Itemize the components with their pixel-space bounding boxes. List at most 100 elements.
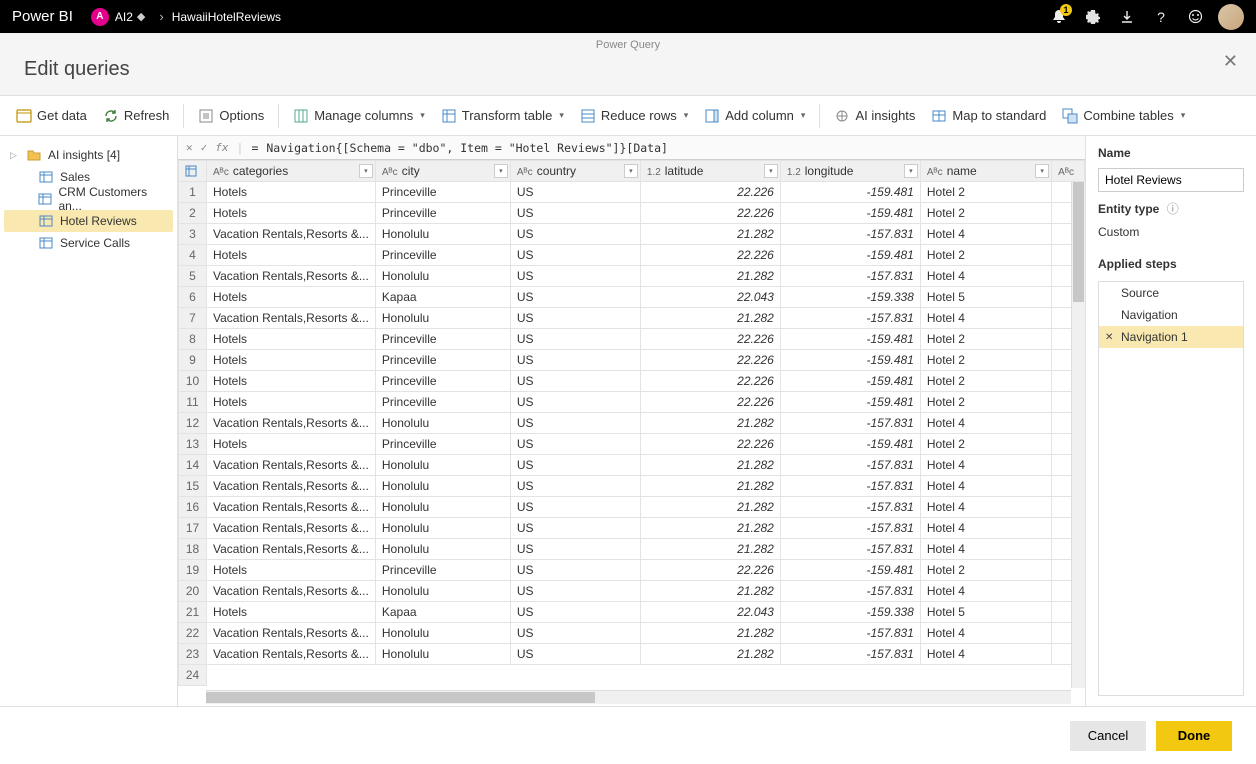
cell[interactable]: Kapaa: [375, 287, 510, 308]
cell[interactable]: 21.282: [640, 413, 780, 434]
cell[interactable]: Honolulu: [375, 518, 510, 539]
row-number[interactable]: 5: [179, 266, 207, 287]
cell[interactable]: Vacation Rentals,Resorts &...: [207, 308, 376, 329]
cell[interactable]: US: [510, 350, 640, 371]
settings-icon[interactable]: [1076, 0, 1110, 33]
cell[interactable]: Hotel 2: [920, 329, 1051, 350]
feedback-icon[interactable]: [1178, 0, 1212, 33]
table-row[interactable]: 4HotelsPrincevilleUS22.226-159.481Hotel …: [179, 245, 1085, 266]
commit-formula-icon[interactable]: ✓: [201, 141, 208, 154]
row-number[interactable]: 8: [179, 329, 207, 350]
row-number[interactable]: 21: [179, 602, 207, 623]
cell[interactable]: 22.226: [640, 392, 780, 413]
cell[interactable]: Honolulu: [375, 224, 510, 245]
transform-table-button[interactable]: Transform table▾: [435, 102, 570, 130]
column-filter-icon[interactable]: ▾: [1035, 164, 1049, 178]
cell[interactable]: 22.226: [640, 203, 780, 224]
cell[interactable]: Honolulu: [375, 455, 510, 476]
cell[interactable]: -159.481: [780, 203, 920, 224]
row-number[interactable]: 1: [179, 182, 207, 203]
cell[interactable]: Hotels: [207, 203, 376, 224]
column-header-country[interactable]: Aᴮccountry▾: [510, 161, 640, 182]
cell[interactable]: -157.831: [780, 581, 920, 602]
cell[interactable]: US: [510, 539, 640, 560]
cell[interactable]: US: [510, 623, 640, 644]
cell[interactable]: US: [510, 203, 640, 224]
cell[interactable]: Princeville: [375, 182, 510, 203]
table-row[interactable]: 6HotelsKapaaUS22.043-159.338Hotel 5: [179, 287, 1085, 308]
cell[interactable]: Hotel 4: [920, 581, 1051, 602]
cell[interactable]: -159.481: [780, 329, 920, 350]
formula-text[interactable]: Navigation{[Schema = "dbo", Item = "Hote…: [266, 141, 1077, 155]
ai-insights-button[interactable]: AI insights: [828, 102, 921, 130]
cell[interactable]: Vacation Rentals,Resorts &...: [207, 476, 376, 497]
cell[interactable]: Hotel 2: [920, 392, 1051, 413]
cell[interactable]: Princeville: [375, 350, 510, 371]
cell[interactable]: Vacation Rentals,Resorts &...: [207, 455, 376, 476]
column-filter-icon[interactable]: ▾: [624, 164, 638, 178]
cell[interactable]: US: [510, 413, 640, 434]
row-number[interactable]: 17: [179, 518, 207, 539]
nav-item-hotel-reviews[interactable]: Hotel Reviews: [4, 210, 173, 232]
table-row[interactable]: 14Vacation Rentals,Resorts &...HonoluluU…: [179, 455, 1085, 476]
cell[interactable]: Hotel 4: [920, 623, 1051, 644]
table-row[interactable]: 2HotelsPrincevilleUS22.226-159.481Hotel …: [179, 203, 1085, 224]
table-row[interactable]: 11HotelsPrincevilleUS22.226-159.481Hotel…: [179, 392, 1085, 413]
row-number[interactable]: 16: [179, 497, 207, 518]
column-header-longitude[interactable]: 1.2longitude▾: [780, 161, 920, 182]
reduce-rows-button[interactable]: Reduce rows▾: [574, 102, 694, 130]
column-header-city[interactable]: Aᴮccity▾: [375, 161, 510, 182]
user-avatar[interactable]: [1218, 4, 1244, 30]
cell[interactable]: Vacation Rentals,Resorts &...: [207, 413, 376, 434]
table-row[interactable]: 1HotelsPrincevilleUS22.226-159.481Hotel …: [179, 182, 1085, 203]
cell[interactable]: Hotels: [207, 245, 376, 266]
column-header-latitude[interactable]: 1.2latitude▾: [640, 161, 780, 182]
cell[interactable]: Honolulu: [375, 623, 510, 644]
cell[interactable]: US: [510, 371, 640, 392]
cell[interactable]: Vacation Rentals,Resorts &...: [207, 497, 376, 518]
cell[interactable]: Hotel 4: [920, 497, 1051, 518]
download-icon[interactable]: [1110, 0, 1144, 33]
breadcrumb-item[interactable]: HawaiiHotelReviews: [172, 10, 281, 24]
cell[interactable]: Honolulu: [375, 497, 510, 518]
table-row[interactable]: 13HotelsPrincevilleUS22.226-159.481Hotel…: [179, 434, 1085, 455]
column-filter-icon[interactable]: ▾: [904, 164, 918, 178]
cell[interactable]: US: [510, 476, 640, 497]
cell[interactable]: -159.481: [780, 560, 920, 581]
manage-columns-button[interactable]: Manage columns▾: [287, 102, 431, 130]
cell[interactable]: -157.831: [780, 266, 920, 287]
cell[interactable]: -157.831: [780, 518, 920, 539]
table-row[interactable]: 16Vacation Rentals,Resorts &...HonoluluU…: [179, 497, 1085, 518]
cell[interactable]: 21.282: [640, 455, 780, 476]
cell[interactable]: US: [510, 434, 640, 455]
query-name-input[interactable]: [1098, 168, 1244, 192]
table-row[interactable]: 22Vacation Rentals,Resorts &...HonoluluU…: [179, 623, 1085, 644]
remove-step-icon[interactable]: ✕: [1105, 332, 1113, 343]
cell[interactable]: Princeville: [375, 245, 510, 266]
workspace-name[interactable]: AI2: [115, 10, 133, 24]
cell[interactable]: Hotel 4: [920, 308, 1051, 329]
cell[interactable]: Princeville: [375, 392, 510, 413]
options-button[interactable]: Options: [192, 102, 270, 130]
cell[interactable]: Hotel 4: [920, 539, 1051, 560]
nav-item-ai-insights-4-[interactable]: ▷AI insights [4]: [4, 144, 173, 166]
cell[interactable]: US: [510, 287, 640, 308]
cell[interactable]: -157.831: [780, 539, 920, 560]
cell[interactable]: US: [510, 224, 640, 245]
nav-item-crm-customers-an-[interactable]: CRM Customers an...: [4, 188, 173, 210]
cell[interactable]: Hotel 2: [920, 371, 1051, 392]
cell[interactable]: Hotel 2: [920, 350, 1051, 371]
cell[interactable]: Honolulu: [375, 581, 510, 602]
row-number[interactable]: 20: [179, 581, 207, 602]
row-number-header[interactable]: [179, 161, 207, 182]
cell[interactable]: Honolulu: [375, 644, 510, 665]
cell[interactable]: 22.043: [640, 287, 780, 308]
cell[interactable]: Hotels: [207, 392, 376, 413]
row-number[interactable]: 10: [179, 371, 207, 392]
cell[interactable]: 22.226: [640, 350, 780, 371]
cell[interactable]: Hotel 4: [920, 266, 1051, 287]
cell[interactable]: 21.282: [640, 224, 780, 245]
cell[interactable]: Princeville: [375, 203, 510, 224]
cell[interactable]: Vacation Rentals,Resorts &...: [207, 623, 376, 644]
applied-step[interactable]: ✕Navigation 1: [1099, 326, 1243, 348]
